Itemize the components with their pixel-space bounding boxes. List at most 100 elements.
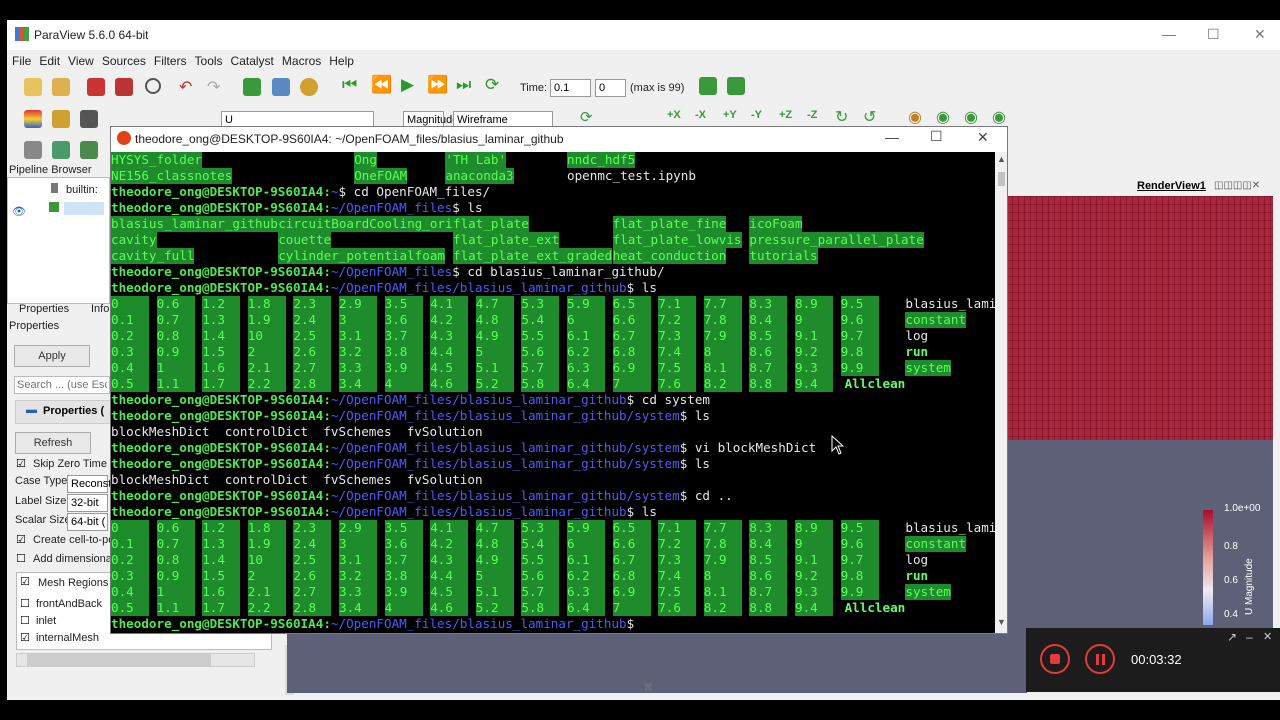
menu-tools[interactable]: Tools [195, 50, 223, 72]
prompt-colon: : [323, 392, 331, 407]
undo-icon[interactable]: ↶ [179, 77, 192, 97]
time-value-field[interactable]: 0.1 [550, 79, 591, 97]
mesh-region-checkbox[interactable]: ☑ [20, 631, 30, 644]
time-directory-entry: 3.8 [384, 344, 423, 360]
palette-icon[interactable] [300, 78, 318, 96]
time-directory-entry: 6.5 [612, 296, 651, 312]
refresh-button[interactable]: Refresh [15, 432, 91, 454]
create-cell-checkbox[interactable]: ☑ [16, 533, 26, 546]
pipeline-source-item[interactable] [64, 202, 104, 215]
render-view-mesh[interactable] [1000, 196, 1273, 442]
rotate-cw-icon[interactable]: ↻ [835, 107, 848, 127]
loop-icon[interactable]: ⟳ [485, 75, 499, 95]
color-legend-icon[interactable] [52, 110, 70, 128]
minimize-icon[interactable]: — [1162, 26, 1176, 42]
camera-link-icon[interactable] [699, 77, 717, 95]
mesh-regions-checkbox[interactable]: ☑ [20, 575, 30, 588]
properties-section-header[interactable]: ▬ Properties ( [15, 400, 111, 424]
recorder-minimize-icon[interactable]: – [1246, 630, 1253, 644]
menu-file[interactable]: File [12, 50, 31, 72]
terminal-maximize-icon[interactable]: ☐ [930, 128, 943, 145]
menu-view[interactable]: View [68, 50, 94, 72]
menu-catalyst[interactable]: Catalyst [231, 50, 274, 72]
mesh-region-checkbox[interactable]: ☐ [20, 614, 30, 627]
add-dimensional-checkbox[interactable]: ☐ [16, 552, 26, 565]
select-frustum-icon[interactable]: ◉ [964, 107, 978, 127]
recorder-expand-icon[interactable]: ↗ [1227, 630, 1237, 644]
terminal-scrollbar[interactable]: ▲ ▼ [995, 152, 1007, 633]
scroll-up-icon[interactable]: ▲ [997, 154, 1006, 164]
time-directory-entry: 6.8 [612, 568, 651, 584]
select-cells-icon[interactable]: ◉ [936, 107, 950, 127]
mesh-region-item[interactable]: internalMesh [36, 632, 99, 644]
menu-edit[interactable]: Edit [39, 50, 60, 72]
redo-icon[interactable]: ↷ [207, 77, 220, 97]
scrollbar-thumb[interactable] [27, 654, 211, 666]
prompt-colon: : [323, 616, 331, 631]
color-map-editor-icon[interactable] [24, 110, 42, 128]
play-icon[interactable]: ▶ [401, 75, 414, 95]
last-frame-icon[interactable]: ⏭ [456, 75, 471, 95]
scalar-size-combo[interactable]: 64-bit ( [67, 513, 108, 531]
mesh-region-item[interactable]: frontAndBack [36, 598, 102, 610]
label-size-combo[interactable]: 32-bit [67, 494, 108, 512]
recorder-close-icon[interactable]: ✕ [1263, 630, 1272, 643]
next-frame-icon[interactable]: ⏩ [427, 75, 448, 95]
rescale-range-icon[interactable] [80, 110, 98, 128]
ls-entry: log [905, 552, 929, 567]
splitter-handle-icon[interactable]: ⊠ [644, 682, 652, 693]
skip-zero-time-checkbox[interactable]: ☑ [16, 457, 26, 470]
open-file-icon[interactable] [24, 78, 42, 96]
select-points-icon[interactable]: ◉ [908, 107, 922, 127]
view-plus-y-icon[interactable]: +Y [723, 109, 737, 121]
stop-record-button[interactable] [1040, 644, 1070, 674]
reset-camera-icon[interactable] [243, 78, 261, 96]
terminal-close-icon[interactable]: ✕ [977, 129, 989, 146]
horizontal-scrollbar[interactable] [16, 653, 255, 667]
close-icon[interactable]: ✕ [1254, 26, 1266, 43]
tab-properties[interactable]: Properties [19, 303, 69, 315]
eye-icon[interactable]: 👁 [12, 205, 26, 218]
view-plus-z-icon[interactable]: +Z [779, 109, 792, 121]
camera-x-icon[interactable]: ⟳ [580, 108, 593, 126]
menu-macros[interactable]: Macros [282, 50, 321, 72]
apply-button[interactable]: Apply [14, 345, 90, 367]
add-camera-link-icon[interactable] [727, 77, 745, 95]
maximize-icon[interactable]: ☐ [1207, 26, 1220, 43]
first-frame-icon[interactable]: ⏮ [342, 75, 357, 95]
terminal-scroll-thumb[interactable] [998, 172, 1005, 186]
menu-help[interactable]: Help [329, 50, 354, 72]
mesh-region-item[interactable]: inlet [36, 615, 56, 627]
zoom-data-icon[interactable] [272, 78, 290, 96]
scroll-down-icon[interactable]: ▼ [997, 617, 1006, 627]
previous-frame-icon[interactable]: ⏪ [371, 75, 392, 95]
properties-search-input[interactable] [14, 376, 110, 394]
view-minus-x-icon[interactable]: -X [695, 109, 706, 121]
rotate-ccw-icon[interactable]: ↺ [863, 107, 876, 127]
view-controls-icon[interactable]: ◫◫◫◫✕ [1214, 180, 1260, 191]
clip-icon[interactable] [80, 141, 98, 159]
connect-icon[interactable] [145, 78, 161, 94]
view-minus-y-icon[interactable]: -Y [751, 109, 762, 121]
open-state-icon[interactable] [52, 78, 70, 96]
calculator-icon[interactable] [24, 141, 42, 159]
terminal-minimize-icon[interactable]: — [885, 129, 899, 145]
case-type-combo[interactable]: Reconst [67, 475, 111, 493]
timestep-spinbox[interactable]: 0 [595, 79, 626, 97]
view-minus-z-icon[interactable]: -Z [807, 109, 817, 121]
view-plus-x-icon[interactable]: +X [667, 109, 681, 121]
tab-info[interactable]: Info [91, 303, 109, 315]
menu-sources[interactable]: Sources [102, 50, 146, 72]
time-directory-entry: 9.9 [840, 360, 879, 376]
render-view-label[interactable]: RenderView1 [1137, 180, 1206, 192]
mesh-region-checkbox[interactable]: ☐ [20, 597, 30, 610]
save-data-icon[interactable] [115, 78, 133, 96]
save-state-icon[interactable] [87, 78, 105, 96]
time-directory-entry: 1.7 [202, 376, 241, 392]
pipeline-builtin[interactable]: builtin: [66, 184, 98, 196]
contour-icon[interactable] [52, 141, 70, 159]
terminal-output[interactable]: HYSYS_folder Ong 'TH Lab' nndc_hdf5 NE156_cl… [111, 152, 995, 633]
select-blocks-icon[interactable]: ◉ [992, 107, 1006, 127]
pause-record-button[interactable] [1085, 644, 1115, 674]
menu-filters[interactable]: Filters [154, 50, 187, 72]
